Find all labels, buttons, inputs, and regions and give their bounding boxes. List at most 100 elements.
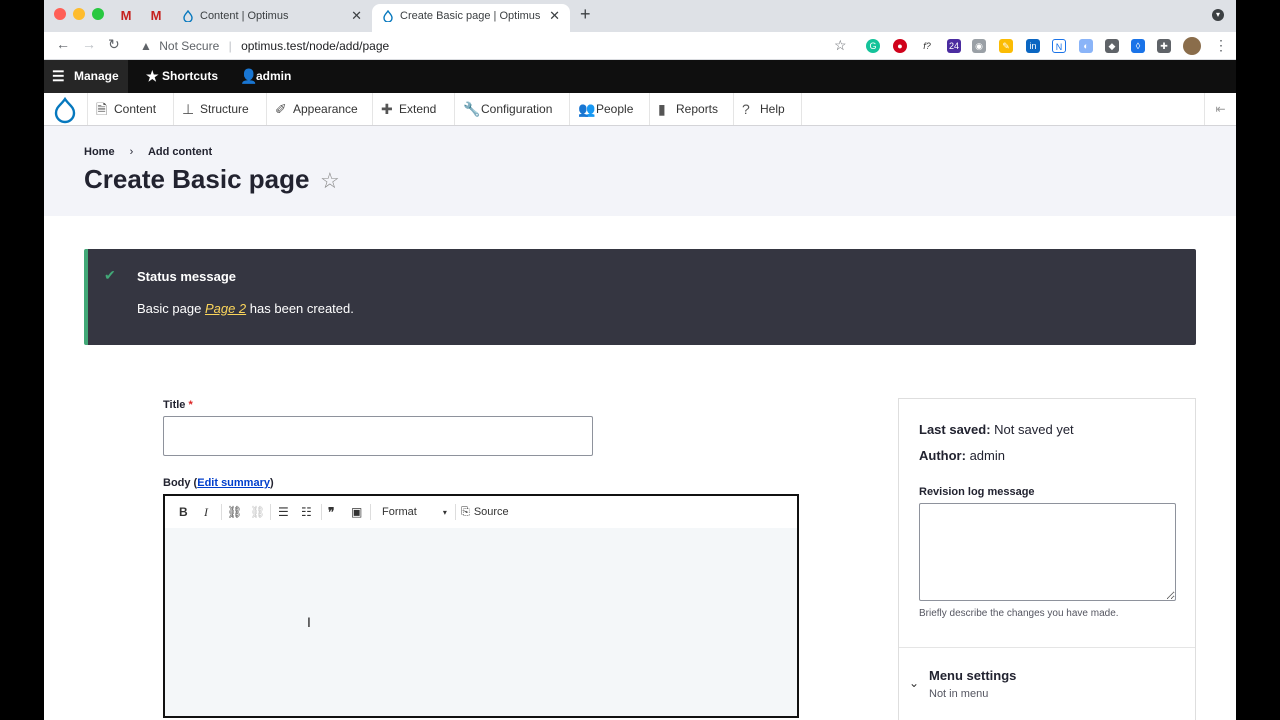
shortcuts-toggle[interactable]: ★ Shortcuts <box>138 60 218 93</box>
manage-toggle[interactable]: ☰ Manage <box>44 60 128 93</box>
extension-badge-icon[interactable]: 24 <box>947 39 961 53</box>
dropdown-arrow-icon: ▾ <box>442 508 447 517</box>
notion-extension-icon[interactable]: N <box>1052 39 1066 53</box>
menu-item-label: Content <box>114 102 157 116</box>
menu-item-extend[interactable]: ✚ Extend <box>373 93 455 125</box>
menu-settings-status: Not in menu <box>929 688 989 700</box>
link-icon[interactable]: ⛓ <box>227 504 242 520</box>
menu-item-reports[interactable]: ▮ Reports <box>650 93 734 125</box>
adblock-extension-icon[interactable]: ● <box>893 39 907 53</box>
status-heading: Status message <box>137 269 236 284</box>
bulleted-list-icon[interactable]: ☰ <box>278 504 289 520</box>
shortcut-star-icon[interactable]: ☆ <box>320 168 340 194</box>
body-label: Body (Edit summary) <box>163 477 274 489</box>
tab-content-optimus[interactable]: Content | Optimus ✕ <box>172 4 372 32</box>
body-label-text: Body <box>163 477 191 489</box>
revision-log-textarea[interactable] <box>919 503 1176 601</box>
author-value: admin <box>969 448 1005 463</box>
tab-create-basic-page[interactable]: Create Basic page | Optimus ✕ <box>372 4 570 32</box>
toolbar-separator <box>455 504 456 520</box>
tab-search-icon[interactable]: ▾ <box>1212 9 1224 21</box>
puzzle-icon: ✚ <box>381 101 393 117</box>
required-marker: * <box>188 399 193 411</box>
menu-item-help[interactable]: ? Help <box>734 93 802 125</box>
tab-label: Content | Optimus <box>200 10 289 22</box>
profile-avatar[interactable] <box>1183 37 1201 55</box>
menu-item-structure[interactable]: ⊥ Structure <box>174 93 267 125</box>
admin-menu-tray: 🗎 Content ⊥ Structure ✐ Appearance ✚ Extend … <box>44 93 1236 126</box>
status-prefix: Basic page <box>137 301 202 316</box>
menu-settings-title: Menu settings <box>929 668 1017 683</box>
edit-summary-link[interactable]: Edit summary <box>197 477 270 489</box>
star-icon: ★ <box>146 68 159 84</box>
close-window-button[interactable] <box>54 8 66 20</box>
collapse-tray-icon[interactable]: ⇤ <box>1204 93 1236 125</box>
menu-item-label: Structure <box>200 102 249 116</box>
more-options-icon[interactable]: ⋮ <box>1214 37 1228 54</box>
toolbar-separator <box>270 504 271 520</box>
user-toggle[interactable]: 👤 admin <box>232 60 291 93</box>
title-label: Title * <box>163 399 193 411</box>
people-icon: 👥 <box>578 101 596 117</box>
format-dropdown[interactable]: Format ▾ <box>382 504 447 520</box>
new-tab-button[interactable]: + <box>580 4 591 25</box>
bar-chart-icon: ▮ <box>658 101 666 117</box>
menu-item-appearance[interactable]: ✐ Appearance <box>267 93 373 125</box>
extension-icon[interactable]: ◐ <box>1079 39 1093 53</box>
text-cursor-icon: I <box>307 614 311 630</box>
hamburger-icon: ☰ <box>52 68 65 84</box>
url-separator: | <box>228 39 232 53</box>
bold-button[interactable]: B <box>179 504 188 520</box>
camera-extension-icon[interactable]: ◉ <box>972 39 986 53</box>
sitemap-icon: ⊥ <box>182 101 195 117</box>
bookmark-star-icon[interactable]: ☆ <box>834 37 847 54</box>
menu-settings-section[interactable]: ⌄ Menu settings Not in menu <box>899 647 1195 700</box>
source-button[interactable]: ⎘ Source <box>461 504 509 520</box>
last-saved-value: Not saved yet <box>994 422 1074 437</box>
extension-icon[interactable]: ◆ <box>1105 39 1119 53</box>
manage-label: Manage <box>74 69 119 83</box>
close-tab-icon[interactable]: ✕ <box>549 4 560 28</box>
unlink-icon[interactable]: ⛓ <box>250 504 265 520</box>
check-icon: ✔ <box>104 267 116 283</box>
page-title: Create Basic page <box>84 164 310 194</box>
reload-icon[interactable]: ↻ <box>108 36 120 53</box>
status-node-link[interactable]: Page 2 <box>205 301 246 316</box>
tab-label: Create Basic page | Optimus <box>400 10 541 22</box>
address-bar[interactable]: ▲ Not Secure | optimus.test/node/add/pag… <box>140 34 860 58</box>
help-icon: ? <box>742 101 750 117</box>
breadcrumb-home[interactable]: Home <box>84 146 115 158</box>
numbered-list-icon[interactable]: ☷ <box>301 504 312 520</box>
grammarly-extension-icon[interactable]: G <box>866 39 880 53</box>
menu-item-label: Help <box>760 102 785 116</box>
gmail-pinned-tab-icon[interactable]: M <box>116 6 136 26</box>
menu-item-configuration[interactable]: 🔧 Configuration <box>455 93 570 125</box>
menu-item-content[interactable]: 🗎 Content <box>88 93 174 125</box>
breadcrumb: Home › Add content <box>84 146 212 158</box>
blockquote-icon[interactable]: ❞ <box>328 504 334 520</box>
drupal-logo-icon[interactable] <box>44 93 88 125</box>
minimize-window-button[interactable] <box>73 8 85 20</box>
meta-sidebar: Last saved: Not saved yet Author: admin … <box>898 398 1196 720</box>
editor-content-area[interactable]: I <box>165 528 797 716</box>
forward-icon[interactable]: → <box>82 36 96 52</box>
drop-extension-icon[interactable]: ◊ <box>1131 39 1145 53</box>
back-icon[interactable]: ← <box>56 36 70 52</box>
close-tab-icon[interactable]: ✕ <box>351 4 362 28</box>
pencil-extension-icon[interactable]: ✎ <box>999 39 1013 53</box>
file-icon: 🗎 <box>96 101 108 117</box>
italic-button[interactable]: I <box>204 504 208 520</box>
menu-item-people[interactable]: 👥 People <box>570 93 650 125</box>
puzzle-extensions-icon[interactable]: ✚ <box>1157 39 1171 53</box>
gmail-pinned-tab-icon[interactable]: M <box>146 6 166 26</box>
breadcrumb-add-content[interactable]: Add content <box>148 146 212 158</box>
page-header: Home › Add content Create Basic page ☆ <box>44 126 1236 216</box>
format-label: Format <box>382 506 417 518</box>
title-input[interactable] <box>163 416 593 456</box>
linkedin-extension-icon[interactable]: in <box>1026 39 1040 53</box>
image-icon[interactable]: ▣ <box>351 504 362 520</box>
last-saved-label: Last saved: <box>919 422 991 437</box>
formula-extension-icon[interactable]: f? <box>920 39 934 53</box>
brush-icon: ✐ <box>275 101 287 117</box>
maximize-window-button[interactable] <box>92 8 104 20</box>
